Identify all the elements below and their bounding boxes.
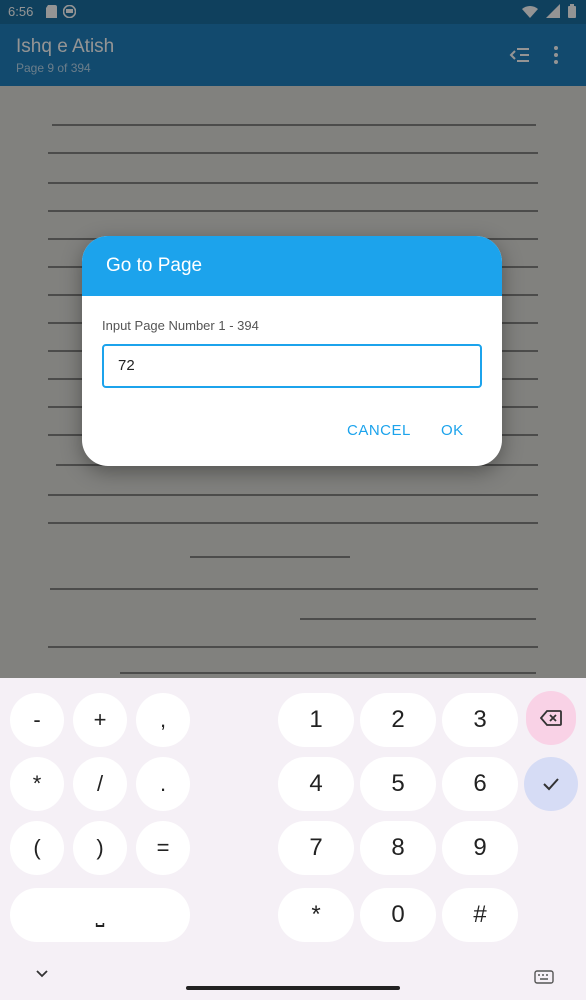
page-number-input[interactable]: 72 — [102, 344, 482, 388]
key-comma[interactable]: , — [136, 693, 190, 747]
numeric-keyboard: - + , * / . ( ) = ⎵ 1 2 3 4 5 6 7 8 9 * … — [0, 678, 586, 1000]
go-to-page-dialog: Go to Page Input Page Number 1 - 394 72 … — [82, 236, 502, 466]
key-8[interactable]: 8 — [360, 821, 436, 875]
key-minus[interactable]: - — [10, 693, 64, 747]
navigation-bar — [0, 960, 586, 1000]
key-4[interactable]: 4 — [278, 757, 354, 811]
key-plus[interactable]: + — [73, 693, 127, 747]
key-open-paren[interactable]: ( — [10, 821, 64, 875]
key-6[interactable]: 6 — [442, 757, 518, 811]
key-equals[interactable]: = — [136, 821, 190, 875]
checkmark-icon — [543, 778, 559, 791]
key-star[interactable]: * — [278, 888, 354, 942]
home-gesture-bar[interactable] — [186, 986, 400, 990]
key-slash[interactable]: / — [73, 757, 127, 811]
key-close-paren[interactable]: ) — [73, 821, 127, 875]
cancel-button[interactable]: CANCEL — [347, 422, 411, 439]
backspace-key[interactable] — [526, 691, 576, 745]
key-space[interactable]: ⎵ — [10, 888, 190, 942]
ok-button[interactable]: OK — [441, 422, 464, 439]
key-0[interactable]: 0 — [360, 888, 436, 942]
page-number-label: Input Page Number 1 - 394 — [102, 318, 259, 333]
dialog-title: Go to Page — [82, 236, 502, 296]
keyboard-switch-icon[interactable] — [534, 970, 554, 984]
key-1[interactable]: 1 — [278, 693, 354, 747]
key-7[interactable]: 7 — [278, 821, 354, 875]
backspace-icon — [540, 710, 562, 726]
key-9[interactable]: 9 — [442, 821, 518, 875]
key-5[interactable]: 5 — [360, 757, 436, 811]
done-key[interactable] — [524, 757, 578, 811]
key-2[interactable]: 2 — [360, 693, 436, 747]
hide-keyboard-icon[interactable] — [34, 966, 50, 982]
key-hash[interactable]: # — [442, 888, 518, 942]
key-asterisk[interactable]: * — [10, 757, 64, 811]
key-3[interactable]: 3 — [442, 693, 518, 747]
key-period[interactable]: . — [136, 757, 190, 811]
